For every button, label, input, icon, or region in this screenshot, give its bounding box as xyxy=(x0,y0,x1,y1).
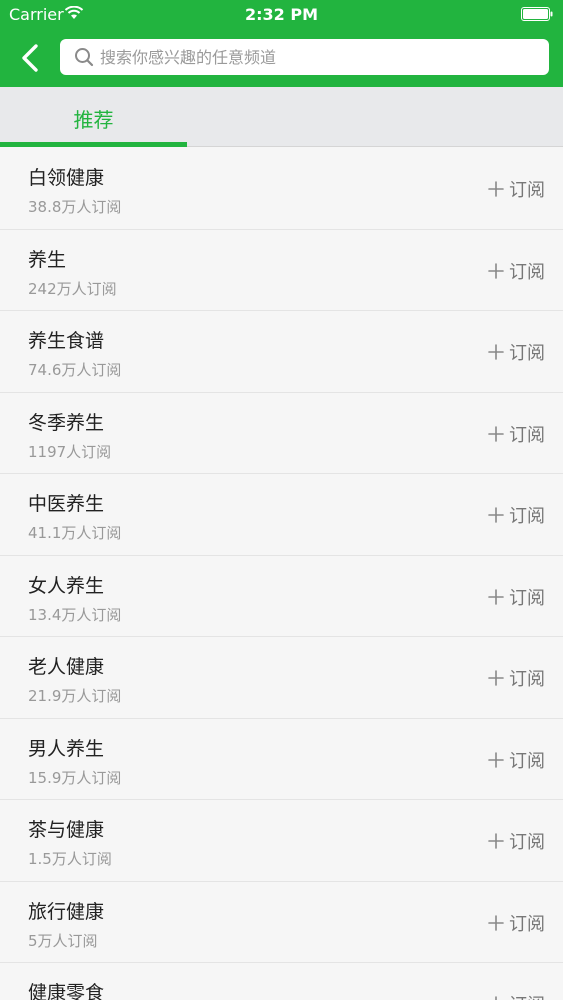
plus-icon xyxy=(488,181,504,197)
subscribe-label: 订阅 xyxy=(509,424,545,446)
channel-name: 白领健康 xyxy=(28,167,105,189)
channel-subscriber-count: 5万人订阅 xyxy=(28,931,98,950)
subscribe-button[interactable]: 订阅 xyxy=(488,337,545,367)
plus-icon xyxy=(488,425,504,442)
subscribe-button[interactable]: 订阅 xyxy=(488,989,545,1000)
search-input[interactable] xyxy=(100,39,540,75)
channel-name: 旅行健康 xyxy=(28,900,105,923)
header: Carrier 2:32 PM xyxy=(0,0,563,87)
channel-list-item[interactable]: 旅行健康 5万人订阅 订阅 xyxy=(0,881,563,963)
subscribe-label: 订阅 xyxy=(509,991,545,1000)
channel-list-item[interactable]: 健康零食 订阅 xyxy=(0,963,563,1000)
tab-label: 推荐 xyxy=(73,108,114,132)
subscribe-label: 订阅 xyxy=(509,750,545,772)
channel-name: 冬季养生 xyxy=(28,411,105,434)
channel-list-item[interactable]: 男人养生 15.9万人订阅 订阅 xyxy=(0,718,563,800)
plus-icon xyxy=(488,833,504,849)
channel-name: 中医养生 xyxy=(28,493,105,515)
subscribe-label: 订阅 xyxy=(509,180,545,201)
channel-list-item[interactable]: 冬季养生 1197人订阅 订阅 xyxy=(0,392,563,474)
tab-active-indicator xyxy=(0,142,187,147)
channel-subscriber-count: 41.1万人订阅 xyxy=(28,524,122,542)
battery-icon xyxy=(521,7,553,21)
subscribe-button[interactable]: 订阅 xyxy=(488,745,545,775)
plus-icon xyxy=(488,670,504,686)
subscribe-button[interactable]: 订阅 xyxy=(488,500,545,530)
channel-subscriber-count: 38.8万人订阅 xyxy=(28,198,122,216)
subscribe-button[interactable]: 订阅 xyxy=(488,256,545,286)
channel-list-item[interactable]: 养生食谱 74.6万人订阅 订阅 xyxy=(0,311,563,393)
channel-subscriber-count: 74.6万人订阅 xyxy=(28,361,122,379)
plus-icon xyxy=(495,996,497,1000)
subscribe-label: 订阅 xyxy=(509,261,545,283)
channel-name: 茶与健康 xyxy=(28,819,105,841)
plus-icon xyxy=(488,262,504,279)
subscribe-label: 订阅 xyxy=(509,506,545,527)
plus-icon xyxy=(488,914,504,931)
plus-icon xyxy=(488,344,504,360)
status-time: 2:32 PM xyxy=(244,5,318,24)
channel-subscriber-count: 15.9万人订阅 xyxy=(28,768,122,787)
channel-list-item[interactable]: 女人养生 13.4万人订阅 订阅 xyxy=(0,555,563,637)
subscribe-button[interactable]: 订阅 xyxy=(488,419,545,449)
channel-name: 健康零食 xyxy=(28,982,105,1000)
tab-recommended[interactable]: 推荐 xyxy=(0,87,187,147)
back-arrow-icon xyxy=(22,44,38,72)
subscribe-button[interactable]: 订阅 xyxy=(488,908,545,938)
search-box[interactable] xyxy=(60,39,549,75)
status-bar: Carrier 2:32 PM xyxy=(0,0,563,30)
subscribe-label: 订阅 xyxy=(509,832,545,853)
channel-subscriber-count: 242万人订阅 xyxy=(28,279,117,298)
channel-subscriber-count: 1197人订阅 xyxy=(28,442,112,461)
channel-list-item[interactable]: 老人健康 21.9万人订阅 订阅 xyxy=(0,637,563,719)
subscribe-label: 订阅 xyxy=(509,343,545,364)
channel-list-item[interactable]: 茶与健康 1.5万人订阅 订阅 xyxy=(0,800,563,882)
channel-list-item[interactable]: 养生 242万人订阅 订阅 xyxy=(0,229,563,311)
subscribe-label: 订阅 xyxy=(509,587,545,609)
subscribe-button[interactable]: 订阅 xyxy=(488,582,545,612)
channel-subscriber-count: 21.9万人订阅 xyxy=(28,687,122,705)
search-icon xyxy=(75,48,94,67)
subscribe-button[interactable]: 订阅 xyxy=(488,826,545,856)
channel-list-item[interactable]: 中医养生 41.1万人订阅 订阅 xyxy=(0,474,563,556)
channel-name: 男人养生 xyxy=(28,737,105,760)
subscribe-button[interactable]: 订阅 xyxy=(488,174,545,204)
channel-subscriber-count: 1.5万人订阅 xyxy=(28,850,112,868)
channel-list: 白领健康 38.8万人订阅 订阅 养生 242万人订阅 订阅 养生食谱 74.6… xyxy=(0,148,563,1000)
plus-icon xyxy=(488,507,504,523)
channel-name: 女人养生 xyxy=(28,574,105,597)
tab-bar: 推荐 xyxy=(0,87,563,147)
channel-name: 养生食谱 xyxy=(28,330,105,352)
subscribe-label: 订阅 xyxy=(509,913,545,935)
plus-icon xyxy=(488,751,504,768)
channel-subscriber-count: 13.4万人订阅 xyxy=(28,605,122,624)
subscribe-button[interactable]: 订阅 xyxy=(488,663,545,693)
subscribe-label: 订阅 xyxy=(509,669,545,690)
channel-list-item[interactable]: 白领健康 38.8万人订阅 订阅 xyxy=(0,148,563,230)
plus-icon xyxy=(488,588,504,605)
channel-name: 老人健康 xyxy=(28,656,105,678)
channel-name: 养生 xyxy=(28,248,67,271)
back-button[interactable] xyxy=(14,42,48,74)
